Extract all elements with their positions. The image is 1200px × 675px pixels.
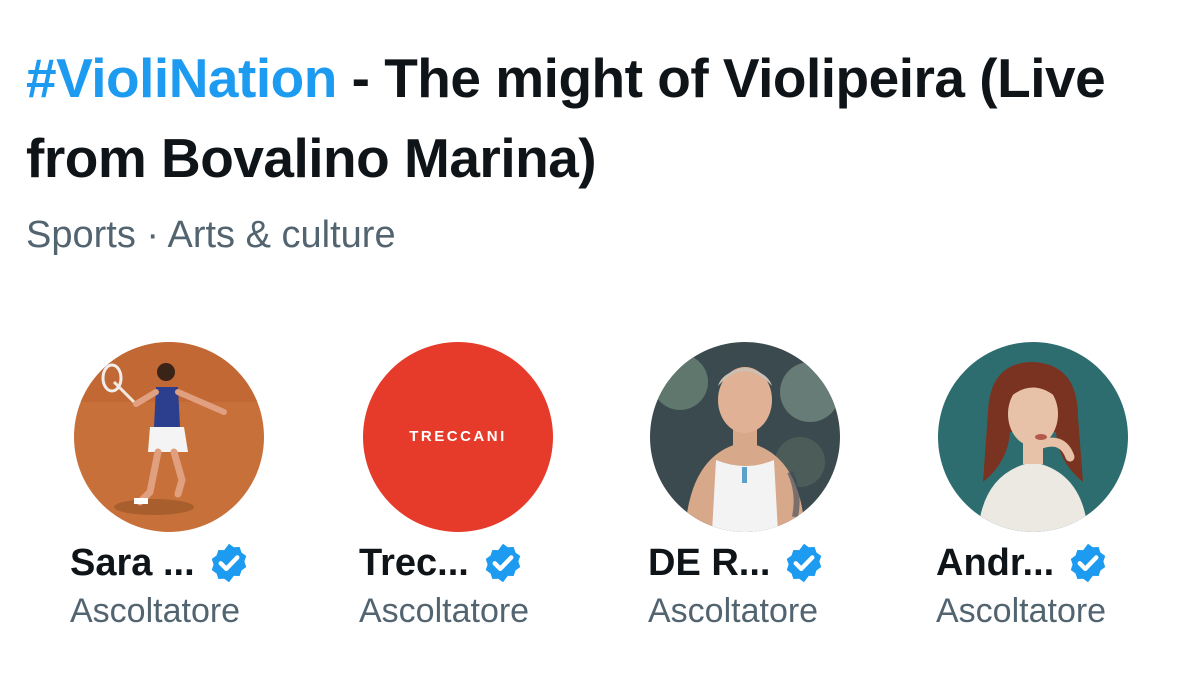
speaker-role: Ascoltatore (359, 592, 530, 630)
speaker-name[interactable]: Trec... (359, 542, 469, 585)
hashtag-link[interactable]: #VioliNation (26, 47, 337, 109)
speaker-name[interactable]: Andr... (936, 542, 1054, 585)
speaker-card[interactable]: DE R... Ascoltatore (648, 340, 938, 640)
speaker-name[interactable]: DE R... (648, 542, 770, 585)
verified-badge-icon (211, 543, 246, 583)
speaker-card[interactable]: Andr... Ascoltatore (936, 340, 1200, 640)
treccani-logo: TRECCANI (409, 428, 507, 445)
speaker-card[interactable]: TRECCANI Trec... Ascoltatore (359, 340, 649, 640)
verified-badge-icon (1071, 543, 1106, 583)
woman-portrait-photo (938, 342, 1128, 532)
speaker-name-row: Andr... (936, 538, 1110, 588)
verified-badge-icon (787, 543, 822, 583)
avatar[interactable] (650, 342, 840, 532)
verified-badge-icon (485, 543, 521, 583)
speaker-role: Ascoltatore (70, 592, 241, 630)
avatar[interactable] (938, 342, 1128, 532)
speaker-name-row: Trec... (359, 538, 525, 588)
speaker-role: Ascoltatore (936, 592, 1107, 630)
speakers-list: Sara ... Ascoltatore TRECCANI Trec... As… (0, 340, 1200, 640)
speaker-card[interactable]: Sara ... Ascoltatore (70, 340, 360, 640)
avatar[interactable]: TRECCANI (363, 342, 553, 532)
tennis-player-photo (74, 342, 264, 532)
speaker-name-row: DE R... (648, 538, 826, 588)
avatar[interactable] (74, 342, 264, 532)
speaker-name[interactable]: Sara ... (70, 542, 195, 585)
speaker-name-row: Sara ... (70, 538, 251, 588)
speaker-role: Ascoltatore (648, 592, 819, 630)
man-in-tank-top-photo (650, 342, 840, 532)
space-topics: Sports · Arts & culture (26, 214, 396, 256)
space-title: #VioliNation - The might of Violipeira (… (26, 38, 1186, 198)
